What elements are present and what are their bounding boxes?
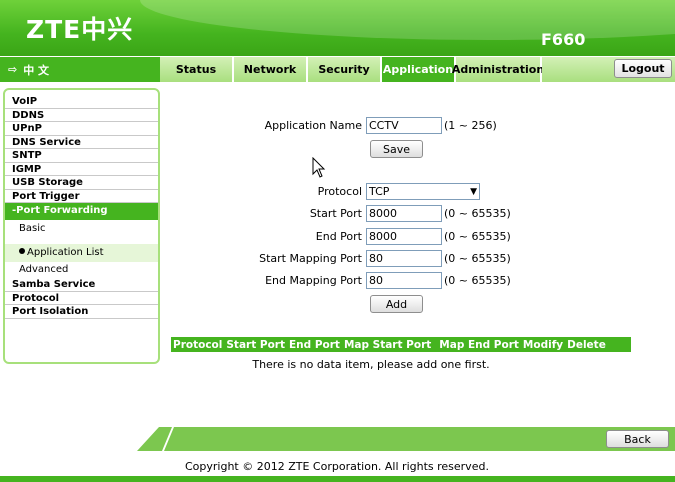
app-name-row: Application Name CCTV (1 ~ 256): [156, 117, 497, 134]
sidebar-item-voip[interactable]: VoIP: [5, 95, 158, 109]
bottom-strip: [0, 476, 675, 482]
start-port-input[interactable]: 8000: [366, 205, 442, 222]
sidebar-item-port-trigger[interactable]: Port Trigger: [5, 190, 158, 203]
sidebar-item-upnp[interactable]: UPnP: [5, 122, 158, 136]
sidebar-item-igmp[interactable]: IGMP: [5, 163, 158, 176]
mouse-cursor-icon: [312, 157, 326, 178]
col-end-port: End Port: [289, 338, 340, 351]
logout-button[interactable]: Logout: [614, 59, 672, 78]
tab-application[interactable]: Application: [382, 57, 454, 82]
dropdown-arrow-icon: ▼: [470, 186, 477, 197]
col-map-end-port: Map End Port: [439, 338, 519, 351]
col-modify: Modify: [522, 338, 564, 351]
tab-administration[interactable]: Administration: [452, 57, 544, 82]
protocol-selected-value: TCP: [369, 185, 390, 198]
tab-security[interactable]: Security: [308, 57, 380, 82]
app-name-input[interactable]: CCTV: [366, 117, 442, 134]
device-model: F660: [541, 30, 586, 49]
start-port-label: Start Port: [309, 207, 362, 220]
language-switch[interactable]: ⇨ 中 文: [0, 57, 160, 82]
app-name-range: (1 ~ 256): [444, 119, 497, 132]
back-button[interactable]: Back: [606, 430, 669, 448]
footer-bar: [137, 427, 675, 451]
tab-network[interactable]: Network: [234, 57, 306, 82]
col-protocol: Protocol: [173, 338, 223, 351]
end-mapping-port-range: (0 ~ 65535): [444, 274, 511, 287]
add-button[interactable]: Add: [370, 295, 423, 313]
copyright-text: Copyright © 2012 ZTE Corporation. All ri…: [185, 460, 489, 473]
forwarding-table-header: Protocol Start Port End Port Map Start P…: [171, 337, 631, 352]
sidebar-subitem-label: Application List: [27, 247, 104, 258]
sidebar-item-samba-service[interactable]: Samba Service: [5, 278, 158, 292]
start-mapping-port-range: (0 ~ 65535): [444, 252, 511, 265]
tab-status[interactable]: Status: [160, 57, 232, 82]
sidebar-item-dns-service[interactable]: DNS Service: [5, 136, 158, 149]
start-mapping-port-input[interactable]: 80: [366, 250, 442, 267]
app-name-label: Application Name: [264, 119, 362, 132]
protocol-label: Protocol: [317, 185, 362, 198]
sidebar-item-ddns[interactable]: DDNS: [5, 109, 158, 122]
end-port-range: (0 ~ 65535): [444, 230, 511, 243]
protocol-row: Protocol TCP ▼: [156, 183, 480, 200]
start-mapping-port-label: Start Mapping Port: [259, 252, 362, 265]
sidebar-item-usb-storage[interactable]: USB Storage: [5, 176, 158, 190]
sidebar-subitem-advanced[interactable]: Advanced: [5, 262, 158, 278]
arrow-right-icon: ⇨: [8, 63, 18, 76]
language-label: 中 文: [23, 63, 50, 77]
empty-table-message: There is no data item, please add one fi…: [252, 358, 490, 371]
col-map-start-port: Map Start Port: [343, 338, 432, 351]
end-mapping-port-input[interactable]: 80: [366, 272, 442, 289]
save-button[interactable]: Save: [370, 140, 423, 158]
main-tabs: Status Network Security Application Admi…: [160, 57, 544, 82]
start-port-row: Start Port 8000 (0 ~ 65535): [156, 205, 511, 222]
sidebar-menu: VoIP DDNS UPnP DNS Service SNTP IGMP USB…: [3, 88, 160, 364]
protocol-select[interactable]: TCP ▼: [366, 183, 480, 200]
bullet-icon: [19, 248, 25, 254]
end-port-input[interactable]: 8000: [366, 228, 442, 245]
end-port-label: End Port: [315, 230, 362, 243]
sidebar-item-port-forwarding[interactable]: -Port Forwarding: [5, 203, 158, 220]
sidebar-item-sntp[interactable]: SNTP: [5, 149, 158, 163]
sidebar-item-protocol[interactable]: Protocol: [5, 292, 158, 305]
sidebar-subitem-basic[interactable]: Basic: [5, 220, 158, 238]
sidebar-subitem-application-list[interactable]: Application List: [5, 244, 158, 262]
start-mapping-port-row: Start Mapping Port 80 (0 ~ 65535): [156, 250, 511, 267]
end-mapping-port-row: End Mapping Port 80 (0 ~ 65535): [156, 272, 511, 289]
footer-green-band: [137, 427, 675, 451]
zte-logo: ZTE中兴: [26, 15, 134, 44]
start-port-range: (0 ~ 65535): [444, 207, 511, 220]
sidebar-item-port-isolation[interactable]: Port Isolation: [5, 305, 158, 319]
col-delete: Delete: [567, 338, 606, 351]
end-mapping-port-label: End Mapping Port: [265, 274, 362, 287]
end-port-row: End Port 8000 (0 ~ 65535): [156, 228, 511, 245]
header-banner: ZTE中兴 F660: [0, 0, 675, 56]
header-swoosh: [140, 0, 675, 40]
col-start-port: Start Port: [226, 338, 285, 351]
